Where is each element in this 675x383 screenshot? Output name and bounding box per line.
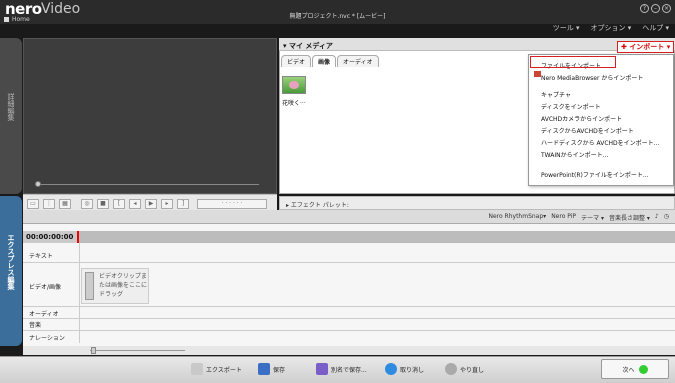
track-header-divider — [79, 243, 80, 343]
menu-options[interactable]: オプション ▾ — [591, 23, 632, 33]
track-text: テキスト — [29, 253, 53, 260]
minimize-icon[interactable]: – — [651, 4, 660, 13]
video-drop-zone[interactable]: ビデオクリップま たは画像をここに ドラッグ — [81, 268, 149, 304]
track-separator — [23, 306, 675, 307]
import-file-highlight — [530, 56, 616, 68]
mark-out-icon[interactable]: ] — [177, 199, 189, 209]
clock-icon[interactable]: ◷ — [664, 213, 669, 222]
tab-advanced-edit[interactable]: 詳細編集 — [0, 38, 22, 194]
import-menu: ファイルをインポート... Nero MediaBrowser からインポート … — [528, 54, 674, 186]
menu-item-import-mediabrowser[interactable]: Nero MediaBrowser からインポート — [541, 73, 643, 82]
rhythmsnap-button[interactable]: Nero RhythmSnap▾ — [488, 213, 546, 222]
save-as-label: 別名で保存... — [331, 366, 367, 374]
media-thumbnail[interactable] — [282, 76, 306, 94]
music-fit-button[interactable]: 音楽長さ調整 ▾ — [609, 213, 650, 222]
help-icon[interactable]: ? — [640, 4, 649, 13]
mark-in-icon[interactable]: [ — [113, 199, 125, 209]
window-controls: ? – × — [640, 4, 671, 13]
tab-express-edit-label: エクスプレス編集 — [7, 234, 15, 290]
menu-item-import-avchd-hdd[interactable]: ハードディスクから AVCHDをインポート... — [541, 138, 659, 147]
track-audio: オーディオ — [29, 311, 59, 318]
document-title: 無題プロジェクト.nvc * [ムービー] — [289, 13, 386, 20]
preview-window — [23, 38, 277, 194]
preview-seek-slider[interactable] — [27, 181, 267, 188]
undo-label: 取り消し — [400, 366, 425, 374]
save-label: 保存 — [273, 366, 286, 374]
redo-button[interactable]: やり直し — [445, 359, 484, 379]
mediabrowser-icon — [534, 71, 541, 77]
menu-help[interactable]: ヘルプ ▾ — [642, 23, 669, 33]
save-as-icon — [316, 363, 328, 375]
save-icon — [258, 363, 270, 375]
close-icon[interactable]: × — [662, 4, 671, 13]
tab-express-edit[interactable]: エクスプレス編集 — [0, 196, 22, 346]
drop-placeholder — [85, 272, 94, 300]
timecode: 00:00:00:00 — [23, 231, 79, 243]
effects-palette-label: ▸ エフェクト パレット: — [286, 202, 349, 209]
tab-audio[interactable]: オーディオ — [337, 55, 379, 67]
play-icon[interactable]: ▶ — [145, 199, 157, 209]
menu-tools[interactable]: ツール ▾ — [553, 23, 580, 33]
playhead[interactable] — [77, 231, 79, 243]
next-frame-icon[interactable]: ▸ — [161, 199, 173, 209]
track-separator — [23, 330, 675, 331]
grid-icon[interactable]: ▦ — [59, 199, 71, 209]
track-video: ビデオ/画像 — [29, 284, 62, 291]
media-tabs: ビデオ 画像 オーディオ — [281, 55, 379, 67]
undo-icon — [385, 363, 397, 375]
import-button[interactable]: ✚ インポート ▾ — [617, 41, 675, 53]
timeline-tools: Nero RhythmSnap▾ Nero PiP テーマ ▾ 音楽長さ調整 ▾… — [488, 213, 669, 222]
tab-video[interactable]: ビデオ — [281, 55, 312, 67]
tab-advanced-edit-label: 詳細編集 — [7, 93, 15, 121]
media-thumbnail-label: 花咲く··· — [282, 100, 306, 107]
redo-icon — [445, 363, 457, 375]
redo-label: やり直し — [460, 366, 485, 374]
track-separator — [23, 262, 675, 263]
snapshot-icon[interactable]: ◎ — [81, 199, 93, 209]
next-label: 次へ — [622, 366, 635, 374]
my-media-header — [279, 38, 675, 51]
pip-button[interactable]: Nero PiP — [551, 213, 576, 222]
track-separator — [23, 318, 675, 319]
zoom-slider[interactable] — [91, 347, 96, 354]
effects-palette-bar[interactable]: ▸ エフェクト パレット: — [279, 196, 675, 210]
view-mode-icon[interactable]: ▭ — [27, 199, 39, 209]
theme-button[interactable]: テーマ ▾ — [581, 213, 604, 222]
save-button[interactable]: 保存 — [258, 359, 285, 379]
export-label: エクスポート — [206, 366, 242, 374]
tab-images[interactable]: 画像 — [312, 55, 337, 67]
menu-item-import-disc[interactable]: ディスクをインポート — [541, 102, 601, 111]
export-button[interactable]: エクスポート — [191, 359, 242, 379]
export-icon — [191, 363, 203, 375]
stop-icon[interactable]: ■ — [97, 199, 109, 209]
menu-item-import-avchd-camera[interactable]: AVCHDカメラからインポート — [541, 114, 622, 123]
drop-hint: ビデオクリップま たは画像をここに ドラッグ — [99, 273, 148, 298]
timeline-ruler[interactable] — [79, 231, 675, 243]
menu-item-capture[interactable]: キャプチャ — [541, 90, 571, 99]
save-as-button[interactable]: 別名で保存... — [316, 359, 367, 379]
zoom-track — [90, 350, 185, 351]
undo-button[interactable]: 取り消し — [385, 359, 424, 379]
seek-knob[interactable] — [35, 181, 41, 187]
menu-item-import-twain[interactable]: TWAINからインポート... — [541, 150, 608, 159]
my-media-title[interactable]: ▾ マイ メディア — [283, 41, 333, 51]
track-music: 音楽 — [29, 322, 42, 329]
track-narration: ナレーション — [29, 335, 65, 342]
menu-bar: ツール ▾ オプション ▾ ヘルプ ▾ — [553, 23, 669, 33]
next-arrow-icon — [638, 364, 648, 374]
menu-item-import-powerpoint[interactable]: PowerPoint(R)ファイルをインポート... — [541, 170, 649, 179]
microphone-icon[interactable]: ♪ — [655, 213, 659, 222]
volume-slider[interactable]: · · · · · · — [197, 199, 267, 209]
menu-item-import-avchd-disc[interactable]: ディスクからAVCHDをインポート — [541, 126, 634, 135]
prev-frame-icon[interactable]: ◂ — [129, 199, 141, 209]
aspect-icon[interactable]: ⋮ — [43, 199, 55, 209]
next-button[interactable]: 次へ — [601, 359, 669, 379]
seek-track — [35, 184, 259, 185]
